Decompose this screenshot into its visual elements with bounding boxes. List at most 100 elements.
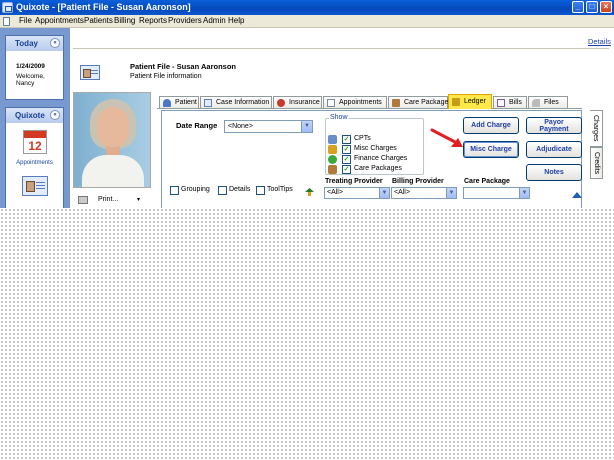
menu-appointments[interactable]: Appointments [35, 16, 84, 25]
care-packages-icon [392, 99, 400, 107]
cpt-icon [328, 135, 337, 144]
tab-care-packages-label: Care Packages [404, 99, 452, 106]
patient-icon [163, 99, 171, 107]
app-window: Quixote - [Patient File - Susan Aaronson… [0, 0, 614, 208]
page-title: Patient File - Susan Aaronson [130, 62, 236, 71]
finance-charges-checkbox[interactable]: ✓ [342, 155, 351, 164]
finance-charges-label: Finance Charges [354, 155, 408, 162]
menu-help[interactable]: Help [228, 16, 244, 25]
tab-files-label: Files [544, 99, 559, 106]
care-packages-label: Care Packages [354, 165, 402, 172]
care-package-select[interactable]: ▼ [463, 187, 530, 199]
misc-charges-label: Misc Charges [354, 145, 397, 152]
details-link[interactable]: Details [588, 37, 611, 46]
grouping-checkbox[interactable] [170, 186, 179, 195]
tab-credits[interactable]: Credits [590, 147, 603, 179]
filter-icon[interactable] [305, 188, 314, 196]
print-button[interactable]: Print... [98, 196, 118, 203]
today-panel: Today « 1/24/2009 Welcome, Nancy [5, 35, 64, 100]
treating-provider-label: Treating Provider [325, 178, 383, 185]
tab-bills[interactable]: Bills [493, 96, 527, 108]
scroll-up-icon[interactable] [572, 191, 582, 199]
payor-payment-button[interactable]: Payor Payment [526, 117, 582, 134]
menu-bar: File Appointments Patients Billing Repor… [0, 15, 614, 28]
date-range-select[interactable]: <None> ▼ [224, 120, 313, 133]
finance-charges-icon [328, 155, 337, 164]
chevron-down-icon[interactable]: ▼ [446, 188, 456, 198]
notes-button[interactable]: Notes [526, 164, 582, 181]
tab-credits-label: Credits [593, 152, 600, 175]
tab-charges[interactable]: Charges [590, 110, 603, 147]
quixote-collapse-icon[interactable]: « [50, 110, 60, 120]
appointments-shortcut[interactable]: Appointments [6, 160, 63, 166]
quixote-header: Quixote « [6, 108, 63, 123]
patient-file-icon [80, 65, 100, 80]
today-header: Today « [6, 36, 63, 51]
chevron-down-icon[interactable]: ▼ [379, 188, 389, 198]
welcome-text: Welcome, [16, 73, 45, 80]
chevron-down-icon[interactable]: ▼ [519, 188, 529, 198]
today-collapse-icon[interactable]: « [50, 38, 60, 48]
calendar-icon[interactable]: 12 [23, 130, 47, 154]
care-packages-checkbox[interactable]: ✓ [342, 165, 351, 174]
billing-provider-select[interactable]: <All> ▼ [391, 187, 457, 199]
restore-button[interactable]: □ [586, 1, 598, 13]
document-icon[interactable] [3, 17, 10, 26]
tab-charges-label: Charges [592, 115, 599, 142]
treating-provider-select[interactable]: <All> ▼ [324, 187, 390, 199]
cpts-label: CPTs [354, 135, 371, 142]
window-title: Quixote - [Patient File - Susan Aaronson… [16, 2, 191, 12]
tab-ledger[interactable]: Ledger [448, 94, 492, 109]
menu-admin[interactable]: Admin [203, 16, 226, 25]
treating-provider-value: <All> [327, 189, 343, 196]
minimize-button[interactable]: _ [572, 1, 584, 13]
today-date: 1/24/2009 [16, 63, 45, 70]
print-dropdown-icon[interactable]: ▾ [137, 196, 140, 203]
tab-patient[interactable]: Patient [159, 96, 199, 108]
adjudicate-button[interactable]: Adjudicate [526, 141, 582, 158]
tab-patient-label: Patient [175, 99, 197, 106]
payor-payment-line1: Payor [544, 119, 564, 126]
tab-ledger-label: Ledger [464, 98, 486, 105]
app-icon [2, 2, 13, 13]
misc-charges-icon [328, 145, 337, 154]
details-label: Details [229, 186, 251, 193]
quixote-panel: Quixote « 12 Appointments [5, 107, 64, 208]
close-button[interactable]: × [600, 1, 612, 13]
tabs-baseline [157, 108, 582, 109]
left-sidebar: Today « 1/24/2009 Welcome, Nancy Quixote… [0, 28, 70, 208]
cpts-checkbox[interactable]: ✓ [342, 135, 351, 144]
today-header-label: Today [15, 39, 38, 48]
tooltips-label: ToolTips [267, 186, 293, 193]
tab-case-information[interactable]: Case Information [200, 96, 272, 108]
tab-bills-label: Bills [509, 99, 522, 106]
chevron-down-icon[interactable]: ▼ [301, 121, 312, 132]
menu-file[interactable]: File [19, 16, 32, 25]
tab-files[interactable]: Files [528, 96, 568, 108]
case-icon [204, 99, 212, 107]
title-bar: Quixote - [Patient File - Susan Aaronson… [0, 0, 614, 15]
annotation-arrow-icon [430, 128, 463, 147]
menu-providers[interactable]: Providers [168, 16, 202, 25]
appointments-icon [327, 99, 335, 107]
printer-icon[interactable] [78, 196, 88, 204]
menu-patients[interactable]: Patients [84, 16, 113, 25]
misc-charges-checkbox[interactable]: ✓ [342, 145, 351, 154]
tab-appointments[interactable]: Appointments [323, 96, 387, 108]
billing-provider-value: <All> [394, 189, 410, 196]
menu-reports[interactable]: Reports [139, 16, 167, 25]
add-charge-button[interactable]: Add Charge [463, 117, 519, 134]
tab-insurance[interactable]: Insurance [273, 96, 322, 108]
files-icon [532, 99, 540, 107]
patient-card-icon[interactable] [22, 176, 48, 196]
date-range-value: <None> [228, 123, 253, 130]
details-checkbox[interactable] [218, 186, 227, 195]
show-legend: Show [329, 114, 349, 121]
header-divider [73, 48, 609, 49]
tab-appointments-label: Appointments [339, 99, 382, 106]
tooltips-checkbox[interactable] [256, 186, 265, 195]
tab-care-packages[interactable]: Care Packages [388, 96, 452, 108]
payor-payment-line2: Payment [539, 126, 569, 133]
menu-billing[interactable]: Billing [114, 16, 135, 25]
misc-charge-button[interactable]: Misc Charge [463, 141, 519, 158]
